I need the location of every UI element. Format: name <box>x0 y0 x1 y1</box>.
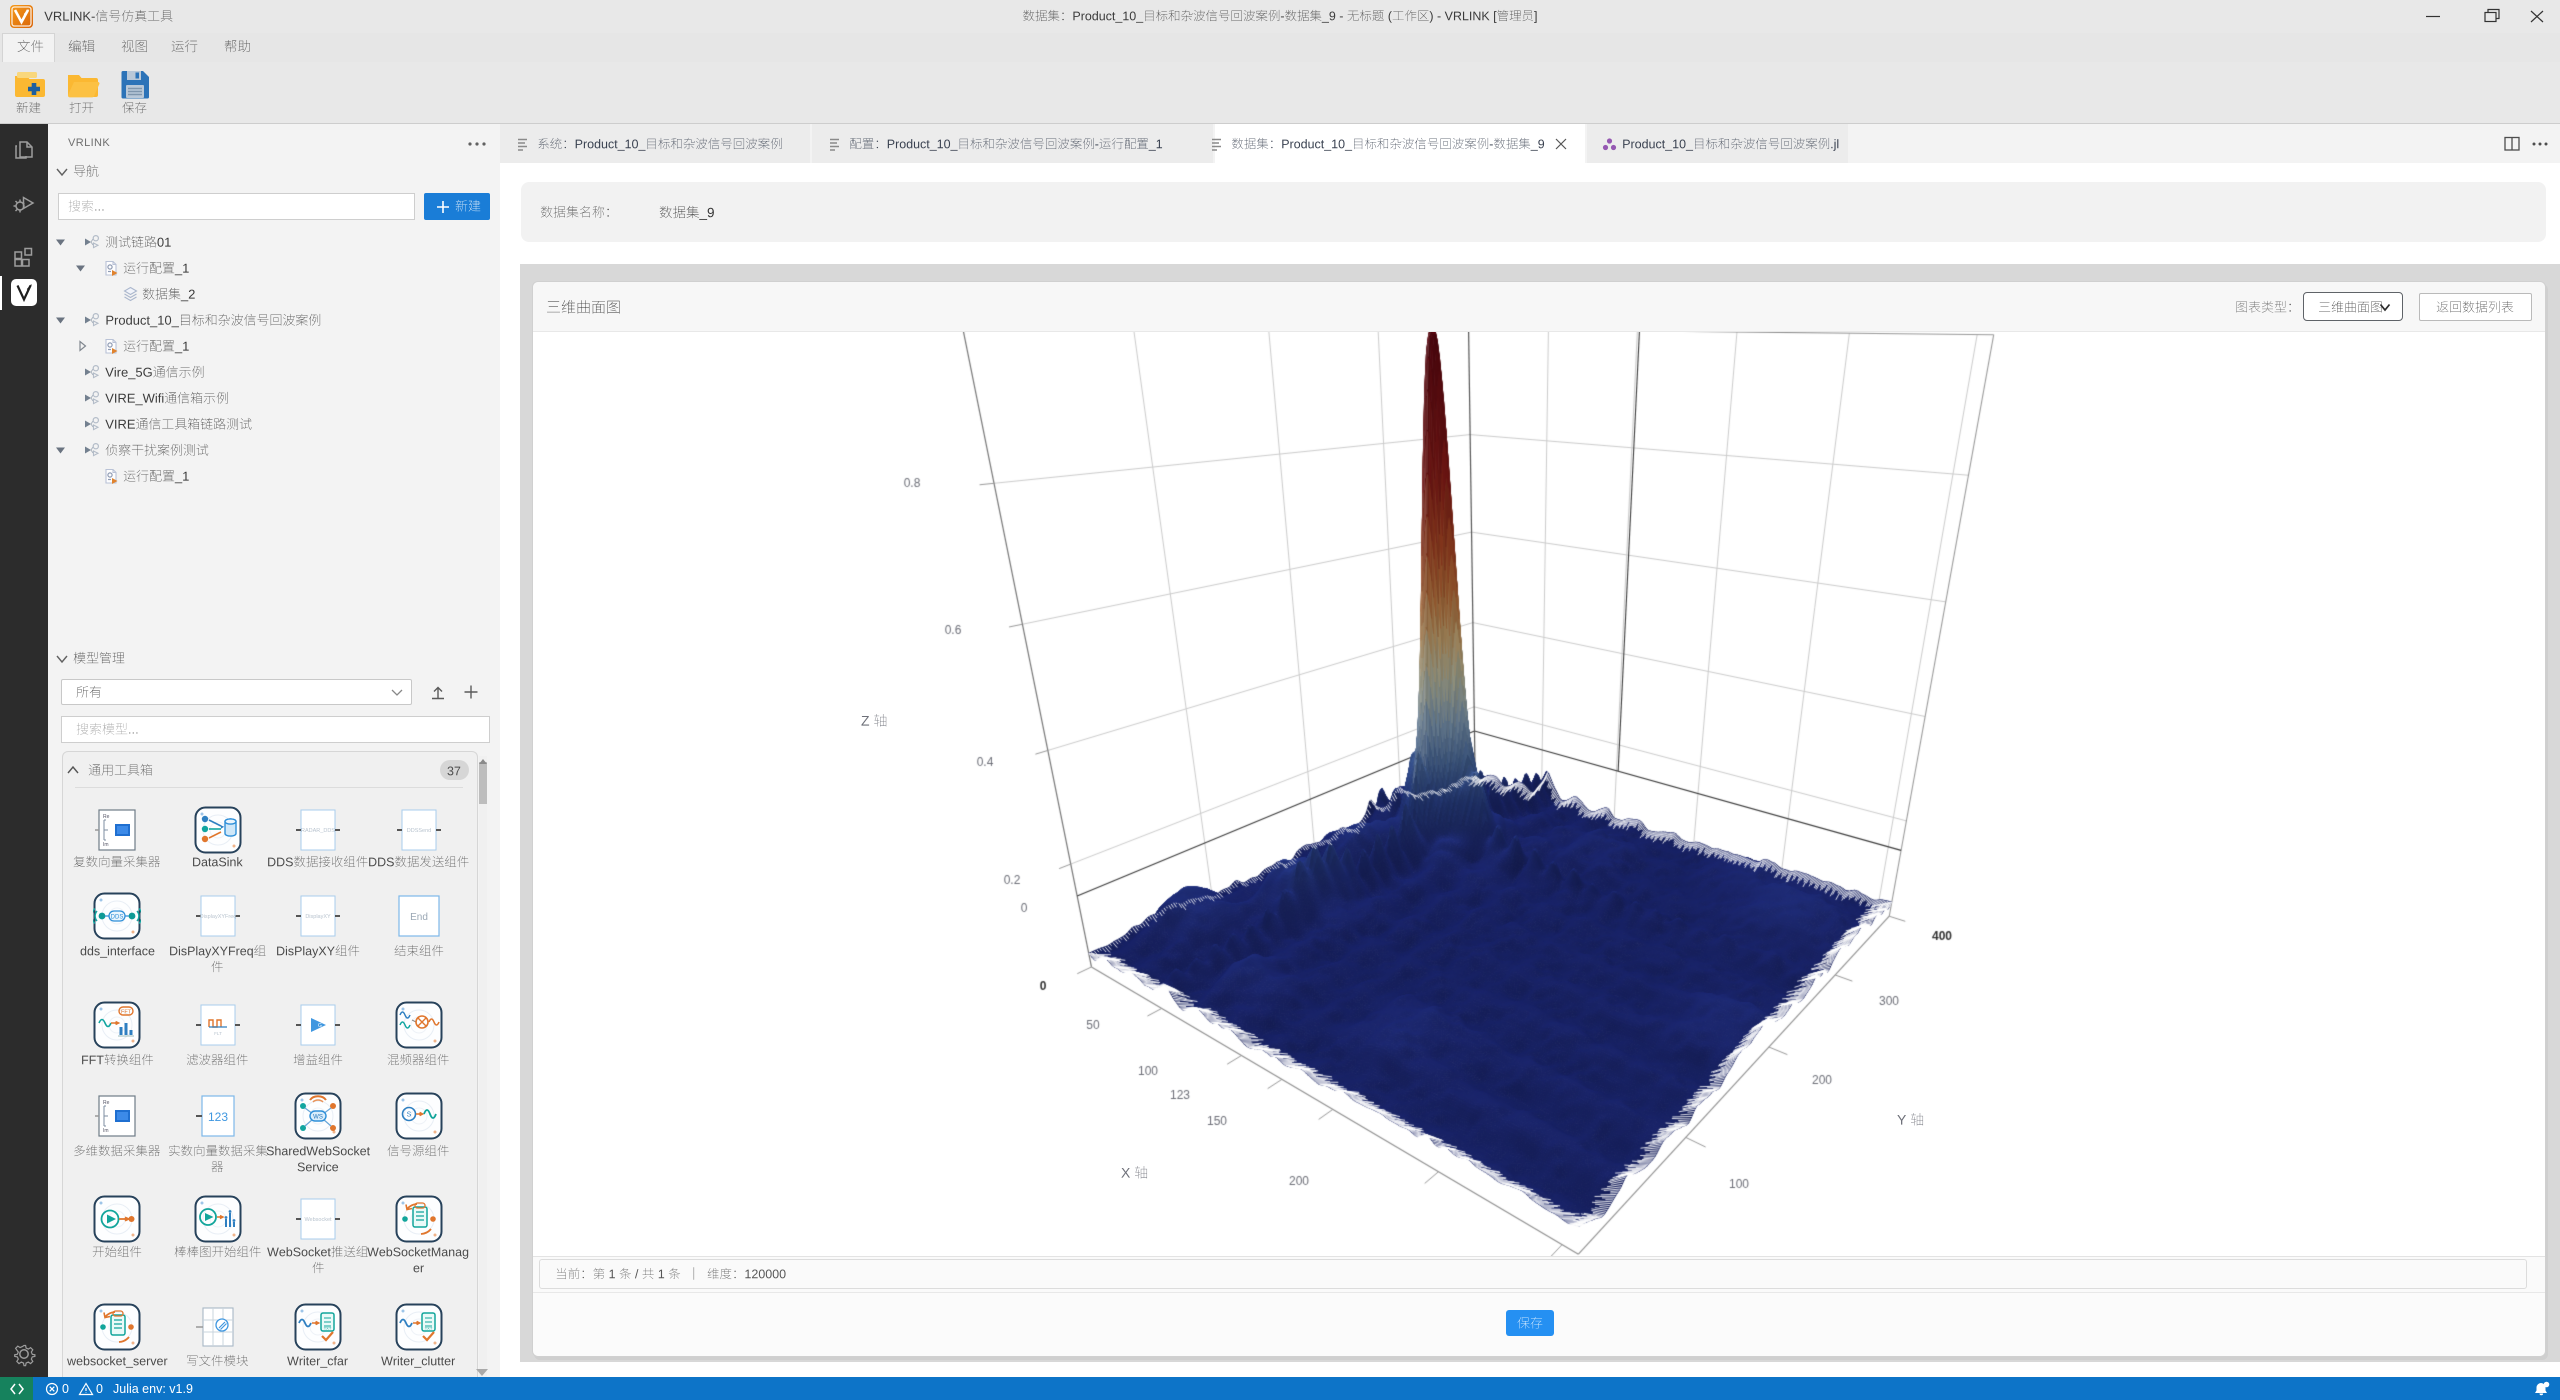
svg-text:RADAR_DDS: RADAR_DDS <box>301 828 335 834</box>
svg-text:Im: Im <box>103 842 109 848</box>
svg-text:TXT: TXT <box>324 1326 332 1331</box>
svg-text:Re: Re <box>103 1100 110 1106</box>
svg-text:DisplayXY: DisplayXY <box>305 914 331 920</box>
svg-text:Websocket: Websocket <box>304 1217 332 1223</box>
svg-text:FLT: FLT <box>214 1031 222 1036</box>
svg-text:DDS: DDS <box>111 915 124 921</box>
svg-text:TXT: TXT <box>424 1326 432 1331</box>
svg-text:123: 123 <box>207 1110 227 1124</box>
svg-text:Re: Re <box>103 814 110 820</box>
svg-text:DisplayXYFreq: DisplayXYFreq <box>199 914 236 920</box>
svg-text:DDSSend: DDSSend <box>406 828 430 834</box>
svg-text:Im: Im <box>103 1128 109 1134</box>
svg-text:G: G <box>318 1023 322 1029</box>
svg-text:S: S <box>406 1112 411 1119</box>
svg-text:FFT: FFT <box>121 1009 132 1015</box>
svg-text:End: End <box>410 912 428 923</box>
svg-text:WS: WS <box>313 1115 323 1121</box>
